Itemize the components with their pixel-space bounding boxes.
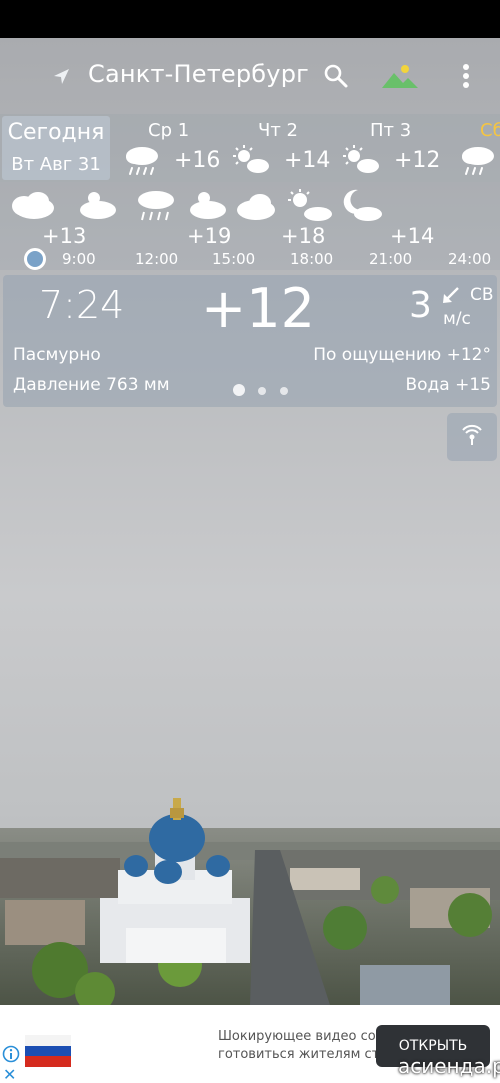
city-name[interactable]: Санкт-Петербург [88,60,309,88]
rain-cloud-icon [138,191,174,221]
hourly-forecast-strip[interactable]: +13 +19 +18 +14 9:00 12:00 15:00 18:00 2… [0,182,500,270]
hourly-temp: +13 [42,224,87,248]
app-header: Санкт-Петербург [0,38,500,114]
hourly-time: 24:00 [448,250,492,268]
wind-direction: СВ [470,285,494,305]
wind-speed: 3 [409,285,432,326]
weather-condition: Пасмурно [13,345,101,365]
day-temp: +12 [394,148,441,173]
hourly-time: 21:00 [369,250,413,268]
rain-cloud-icon [126,147,158,175]
current-weather-card[interactable]: 7:24 +12 3 СВ м/с Пасмурно По ощущению +… [3,275,497,407]
wind-direction-icon [443,287,459,303]
ad-text: готовиться жителям ст [218,1047,380,1062]
page-dot [258,387,266,395]
day-name: Пт 3 [370,120,412,141]
daily-forecast-strip[interactable]: Сегодня Вт Авг 31 Ср 1 +16 Чт 2 +14 Пт 3 [0,114,500,182]
sun-cloud-icon [288,189,332,221]
russian-flag-image [25,1035,71,1067]
landscape-image-icon[interactable] [381,62,419,90]
day-temp: +16 [174,148,221,173]
current-temperature: +12 [201,277,315,340]
current-hour-marker [24,248,46,270]
day-name: Ср 1 [148,120,190,141]
day-name: Чт 2 [258,120,298,141]
sun-cloud-icon [190,192,226,219]
radar-broadcast-icon [462,424,482,445]
hourly-temp: +18 [281,224,326,248]
rain-cloud-icon [462,147,494,175]
today-tab[interactable]: Сегодня Вт Авг 31 [2,116,110,180]
page-dot-active [233,384,245,396]
hourly-time: 9:00 [62,250,96,268]
hourly-time: 12:00 [135,250,179,268]
wind-unit: м/с [443,309,471,329]
watermark: асиенда.ру [398,1054,500,1078]
today-date: Вт Авг 31 [11,154,101,175]
feels-like: По ощущению +12° [313,345,491,365]
day-item[interactable]: Пт 3 +12 [338,114,448,182]
hourly-temp: +19 [187,224,232,248]
background-photo [0,380,500,1005]
hourly-time: 15:00 [212,250,256,268]
sun-cloud-icon [343,145,379,173]
hourly-time: 18:00 [290,250,334,268]
page-dot [280,387,288,395]
search-icon[interactable] [322,62,350,90]
ad-text: Шокирующее видео со [218,1029,376,1044]
sun-cloud-icon [233,145,269,173]
sun-cloud-icon [80,192,116,219]
day-item[interactable]: Ср 1 +16 [118,114,228,182]
moon-cloud-icon [343,189,382,221]
water-temperature: Вода +15 [405,375,491,395]
day-temp: +14 [284,148,331,173]
day-name: Сб [480,120,500,141]
pressure: Давление 763 мм [13,375,170,395]
radar-button[interactable] [447,413,497,461]
navigation-arrow-icon[interactable] [50,66,72,88]
cloud-icon [237,194,275,220]
current-time: 7:24 [39,283,125,327]
page-indicator [231,383,295,397]
status-bar [0,0,500,38]
info-icon[interactable] [2,1045,20,1063]
more-vertical-icon[interactable] [456,60,476,92]
cloud-icon [12,192,54,219]
close-icon[interactable]: ✕ [3,1067,16,1083]
hourly-temp: +14 [390,224,435,248]
day-item[interactable]: Сб [450,114,500,182]
today-label: Сегодня [7,120,105,145]
day-item[interactable]: Чт 2 +14 [228,114,338,182]
